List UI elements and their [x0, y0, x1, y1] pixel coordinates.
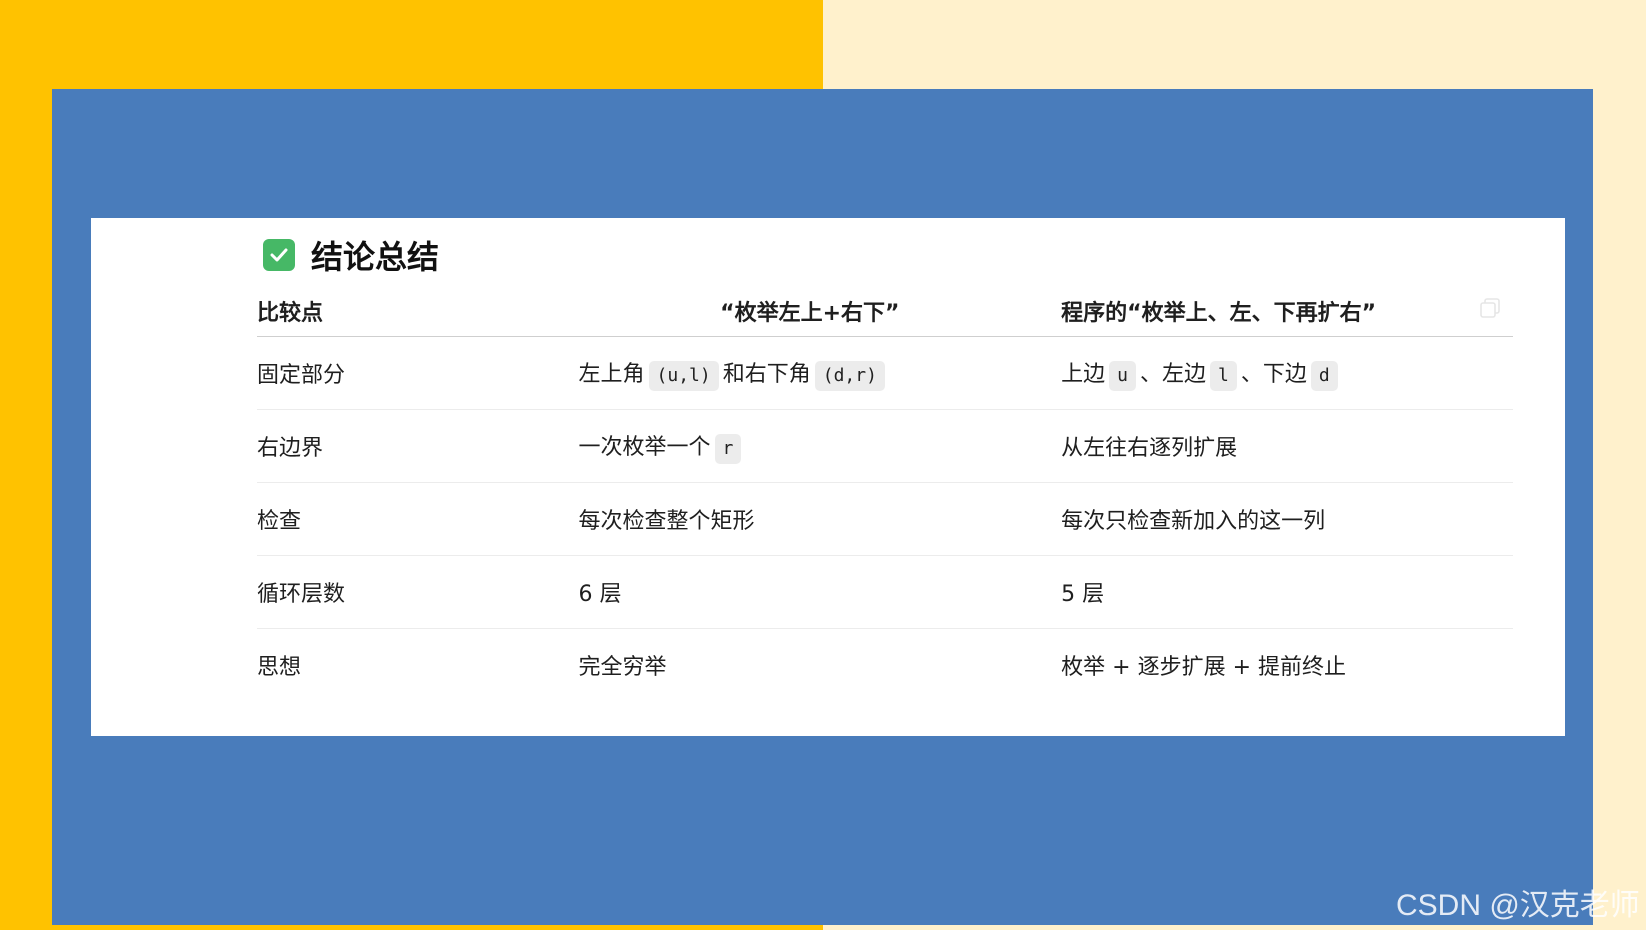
table-row: 循环层数 6 层 5 层: [257, 555, 1513, 629]
table-cell: 6 层: [578, 555, 1062, 629]
table-cell: 上边 u 、左边 l 、下边 d: [1061, 336, 1513, 410]
table-row: 检查 每次检查整个矩形 每次只检查新加入的这一列: [257, 482, 1513, 556]
table-cell: 左上角 (u,l) 和右下角 (d,r): [578, 336, 1062, 410]
column-header: 比较点: [257, 286, 579, 337]
inline-code: u: [1109, 360, 1137, 391]
inline-code: d: [1310, 360, 1338, 391]
column-header: “枚举左上+右下”: [578, 286, 1062, 337]
table-cell: 每次检查整个矩形: [578, 482, 1062, 556]
cell-text: 上边: [1061, 361, 1106, 387]
comparison-table: 比较点 “枚举左上+右下” 程序的“枚举上、左、下再扩右” 固定部分 左上角 (u…: [257, 286, 1513, 701]
table-cell: 5 层: [1061, 555, 1513, 629]
inline-code: l: [1210, 360, 1237, 391]
section-title: 结论总结: [311, 238, 440, 276]
row-label: 检查: [257, 482, 579, 556]
row-label: 固定部分: [257, 336, 579, 410]
cell-text: 左上角: [578, 361, 645, 387]
section-heading: 结论总结: [263, 233, 439, 277]
row-label: 右边界: [257, 409, 579, 483]
table-row: 固定部分 左上角 (u,l) 和右下角 (d,r) 上边 u 、左边 l 、下边 d: [257, 336, 1513, 410]
table-cell: 完全穷举: [578, 655, 667, 680]
row-label: 思想: [257, 655, 302, 680]
inline-code: r: [714, 433, 742, 464]
column-header: 程序的“枚举上、左、下再扩右”: [1061, 286, 1513, 337]
inline-code: (u,l): [648, 360, 719, 391]
cell-text: 、左边: [1140, 361, 1207, 387]
inline-code: (d,r): [814, 360, 885, 391]
table-row: 右边界 一次枚举一个 r 从左往右逐列扩展: [257, 409, 1513, 483]
watermark: CSDN @汉克老师: [1396, 889, 1640, 922]
table-row: 思想 完全穷举 枚举 + 逐步扩展 + 提前终止: [257, 629, 1513, 702]
table-cell: 枚举 + 逐步扩展 + 提前终止: [1061, 655, 1346, 680]
cell-text: 和右下角: [722, 361, 811, 387]
table-cell: 一次枚举一个 r: [578, 409, 1062, 483]
cell-text: 、下边: [1240, 361, 1307, 387]
check-box-icon: [263, 239, 295, 271]
row-label: 循环层数: [257, 555, 579, 629]
table-header-row: 比较点 “枚举左上+右下” 程序的“枚举上、左、下再扩右”: [257, 286, 1513, 337]
table-cell: 从左往右逐列扩展: [1061, 409, 1513, 483]
table-cell: 每次只检查新加入的这一列: [1061, 482, 1513, 556]
cell-text: 一次枚举一个: [578, 434, 711, 460]
